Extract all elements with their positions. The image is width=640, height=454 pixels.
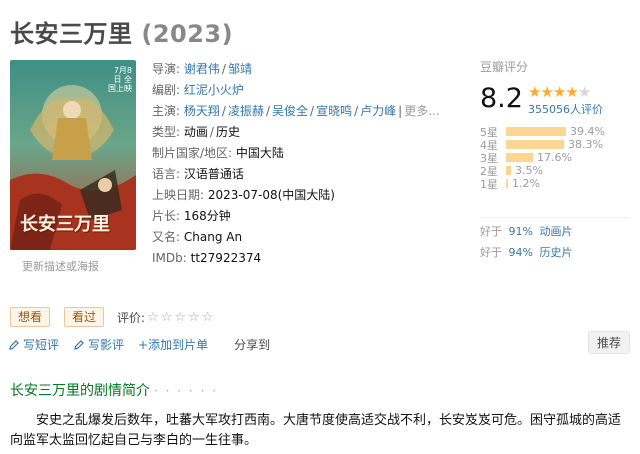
want-to-watch-button[interactable]: 想看 [10,307,51,327]
rating-dist-label: 1星 [480,177,498,191]
movie-year: (2023) [141,20,234,48]
poster-date-text: 7月8日 全国上映 [108,66,132,93]
better-prefix: 好于 [480,246,502,259]
cast-more-link[interactable]: 更多... [404,104,439,118]
info-imdb-row: IMDb: tt27922374 [152,248,457,269]
movie-name: 长安三万里 [10,20,133,48]
write-short-review-link[interactable]: 写短评 [8,336,59,353]
cast-label: 主演: [152,104,181,118]
rate-label: 评价: [117,310,146,325]
aka-label: 又名: [152,230,181,244]
genre-value: 动画 [183,125,208,139]
rating-dist-bar [506,127,566,136]
info-runtime-row: 片长: 168分钟 [152,206,457,227]
rating-stars: ★★★★★ [528,85,603,100]
star-icon: ★ [577,83,591,101]
better-prefix: 好于 [480,225,502,238]
page-title: 长安三万里 (2023) [10,14,233,49]
rating-dist-bar [506,153,533,162]
recommend-button[interactable]: 推荐 [587,331,630,354]
synopsis-heading: 长安三万里的剧情简介 · · · · · · [10,380,218,400]
director-link[interactable]: 谢君伟 [184,62,220,76]
imdb-value: tt27922374 [190,251,262,265]
rating-dist-bar [506,140,564,149]
rating-dist-bar [506,166,511,175]
rating-score: 8.2 [480,83,523,114]
star-icon: ★ [528,83,541,101]
cast-link[interactable]: 宣晓鸣 [316,104,352,118]
better-genre-link[interactable]: 动画片 [539,225,572,238]
aka-value: Chang An [183,230,243,244]
imdb-label: IMDb: [152,251,187,265]
poster-logo-text: 长安三万里 [20,214,110,235]
info-writer-row: 编剧: 红泥小火炉 [152,80,457,101]
info-language-row: 语言: 汉语普通话 [152,164,457,185]
better-pct: 91% [508,225,533,238]
rating-header: 豆瓣评分 [480,60,529,74]
info-release-row: 上映日期: 2023-07-08(中国大陆) [152,185,457,206]
rating-stars-col: ★★★★★ 355056人评价 [528,85,603,117]
info-cast-row: 主演: 杨天翔 / 凌振赫 / 吴俊全 / 宣晓鸣 / 卢力峰 | 更多... [152,104,440,118]
write-review-label: 写影评 [88,338,125,352]
rating-dist-pct: 38.3% [568,138,603,151]
better-than: 好于 91% 动画片 好于 94% 历史片 [480,217,630,263]
synopsis-text: 安史之乱爆发后数年，吐蕃大军攻打西南。大唐节度使高适交战不利，长安岌岌可危。困守… [10,413,622,448]
add-to-list-link[interactable]: +添加到片单 [138,336,208,353]
genre-label: 类型: [152,125,181,139]
cast-link[interactable]: 凌振赫 [228,104,264,118]
language-value: 汉语普通话 [183,167,244,181]
country-value: 中国大陆 [235,146,284,160]
info-director-row: 导演: 谢君伟 / 邹靖 [152,62,252,76]
better-than-row: 好于 91% 动画片 [480,221,630,242]
pencil-icon [9,339,19,350]
write-short-review-label: 写短评 [23,338,60,352]
rating-distribution: 5星 39.4% 4星 38.3% 3星 17.6% 2星 3.5% 1星 1.2% [480,125,630,191]
rating-dist-pct: 17.6% [537,151,572,164]
better-than-row: 好于 94% 历史片 [480,242,630,263]
director-link[interactable]: 邹靖 [228,62,252,76]
action-bar: 想看 看过 评价: ☆☆☆☆☆ [10,307,215,327]
release-label: 上映日期: [152,188,205,202]
info-aka-row: 又名: Chang An [152,227,457,248]
writer-label: 编剧: [152,83,181,97]
movie-info: 导演: 谢君伟 / 邹靖 编剧: 红泥小火炉 主演: 杨天翔 / 凌振赫 / 吴俊全 / 宣晓鸣… [152,59,457,269]
writer-link[interactable]: 红泥小火炉 [184,83,244,97]
votes-link[interactable]: 355056人评价 [528,101,603,117]
rate-stars-input[interactable]: ☆☆☆☆☆ [147,310,215,325]
better-genre-link[interactable]: 历史片 [539,246,572,259]
rating-dist-row: 1星 1.2% [480,177,630,191]
rating-dist-pct: 39.4% [570,125,605,138]
star-icon: ★ [552,83,566,101]
synopsis-title: 长安三万里的剧情简介 [10,383,150,399]
rating-dist-bar [506,179,508,188]
language-label: 语言: [152,167,181,181]
watched-button[interactable]: 看过 [64,307,105,327]
update-poster-link[interactable]: 更新描述或海报 [22,258,99,274]
star-icon: ★ [540,83,553,101]
release-value: 2023-07-08(中国大陆) [207,188,335,202]
cast-link[interactable]: 卢力峰 [360,104,396,118]
cast-link[interactable]: 吴俊全 [272,104,308,118]
share-menu[interactable]: 分享到 [234,336,270,353]
country-label: 制片国家/地区: [152,146,233,160]
rating-summary: 8.2 ★★★★★ 355056人评价 [480,83,630,117]
poster-image[interactable]: 7月8日 全国上映 长安三万里 [10,60,136,250]
info-genre-row: 类型: 动画 / 历史 [152,125,240,139]
pencil-icon [74,339,84,350]
rating-dist-pct: 1.2% [512,177,540,190]
runtime-label: 片长: [152,209,181,223]
director-label: 导演: [152,62,181,76]
star-icon: ★ [565,83,578,101]
genre-value: 历史 [215,125,240,139]
review-links: 写短评 写影评 +添加到片单 分享到 推荐 [8,331,630,354]
rating-dist-pct: 3.5% [515,164,543,177]
better-pct: 94% [508,246,533,259]
cast-link[interactable]: 杨天翔 [184,104,220,118]
runtime-value: 168分钟 [183,209,231,223]
synopsis-dots: · · · · · · [154,384,218,398]
info-country-row: 制片国家/地区: 中国大陆 [152,143,457,164]
rating-panel: 豆瓣评分 8.2 ★★★★★ 355056人评价 5星 39.4% 4星 38.3% 3… [480,58,630,191]
write-review-link[interactable]: 写影评 [73,336,124,353]
